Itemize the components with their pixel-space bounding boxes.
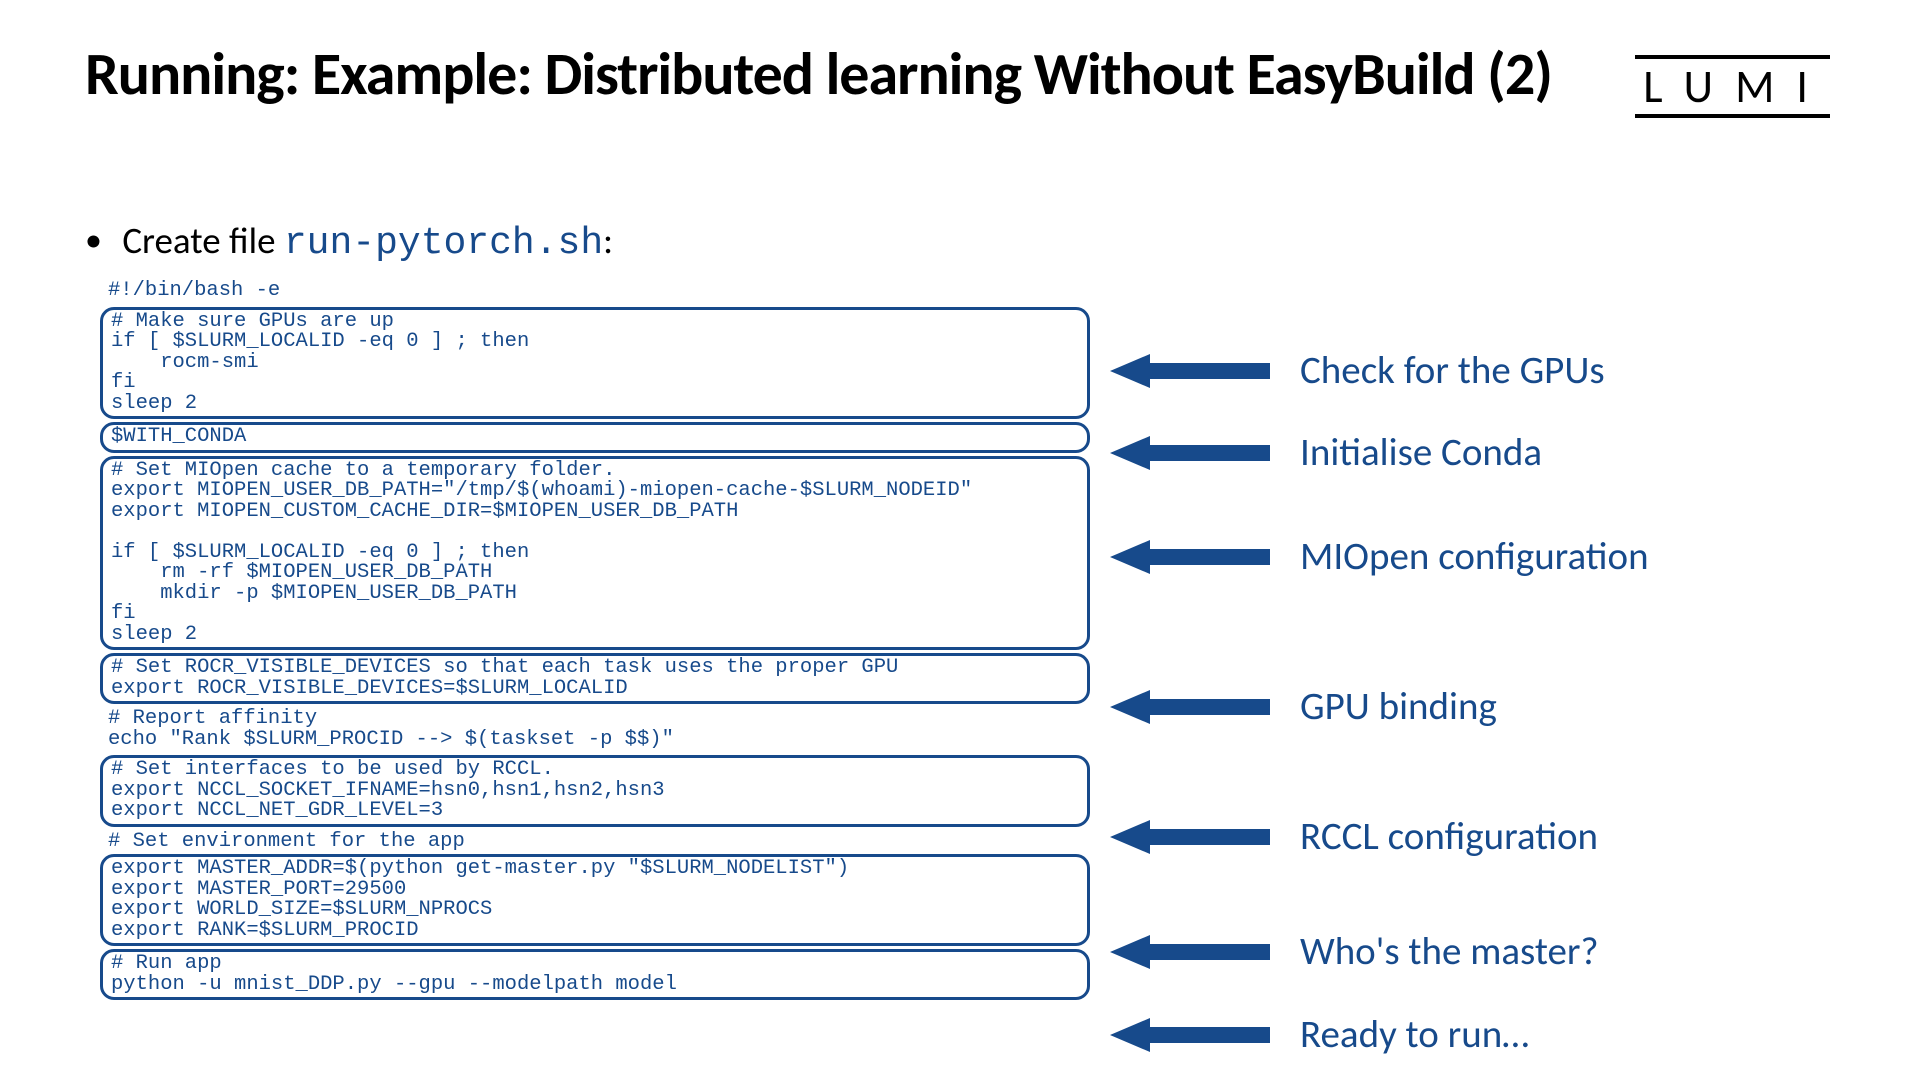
bullet-suffix: :	[603, 218, 613, 263]
annotation-master: Who's the master?	[1300, 928, 1599, 975]
code-shebang: #!/bin/bash -e	[100, 279, 1090, 304]
arrow-icon	[1110, 354, 1270, 388]
arrow-icon	[1110, 690, 1270, 724]
bullet-filename: run-pytorch.sh	[284, 222, 603, 265]
arrow-icon	[1110, 935, 1270, 969]
code-block-run: # Run app python -u mnist_DDP.py --gpu -…	[100, 949, 1090, 1000]
page-title: Running: Example: Distributed learning W…	[85, 40, 1552, 109]
code-affinity: # Report affinity echo "Rank $SLURM_PROC…	[100, 707, 1090, 752]
code-block-master: export MASTER_ADDR=$(python get-master.p…	[100, 854, 1090, 946]
annotation-miopen: MIOpen configuration	[1300, 533, 1649, 580]
arrow-icon	[1110, 436, 1270, 470]
code-column: #!/bin/bash -e # Make sure GPUs are up i…	[100, 276, 1090, 1000]
code-block-gpu-binding: # Set ROCR_VISIBLE_DEVICES so that each …	[100, 653, 1090, 704]
code-block-conda: $WITH_CONDA	[100, 422, 1090, 453]
annotation-gpu-binding: GPU binding	[1300, 683, 1497, 730]
code-env-header: # Set environment for the app	[100, 830, 1090, 855]
bullet-prefix: Create file	[122, 218, 284, 263]
lumi-logo: LUMI	[1635, 55, 1830, 118]
annotation-conda: Initialise Conda	[1300, 429, 1542, 476]
code-block-rccl: # Set interfaces to be used by RCCL. exp…	[100, 755, 1090, 827]
bullet-dot: •	[85, 220, 102, 261]
arrow-icon	[1110, 1018, 1270, 1052]
arrow-icon	[1110, 820, 1270, 854]
annotation-rccl: RCCL configuration	[1300, 813, 1598, 860]
code-block-miopen: # Set MIOpen cache to a temporary folder…	[100, 456, 1090, 651]
arrow-icon	[1110, 540, 1270, 574]
bullet-line: • Create file run-pytorch.sh:	[85, 218, 613, 265]
annotation-run: Ready to run…	[1300, 1011, 1529, 1058]
annotation-gpu-check: Check for the GPUs	[1300, 347, 1605, 394]
code-block-gpu-check: # Make sure GPUs are up if [ $SLURM_LOCA…	[100, 307, 1090, 420]
